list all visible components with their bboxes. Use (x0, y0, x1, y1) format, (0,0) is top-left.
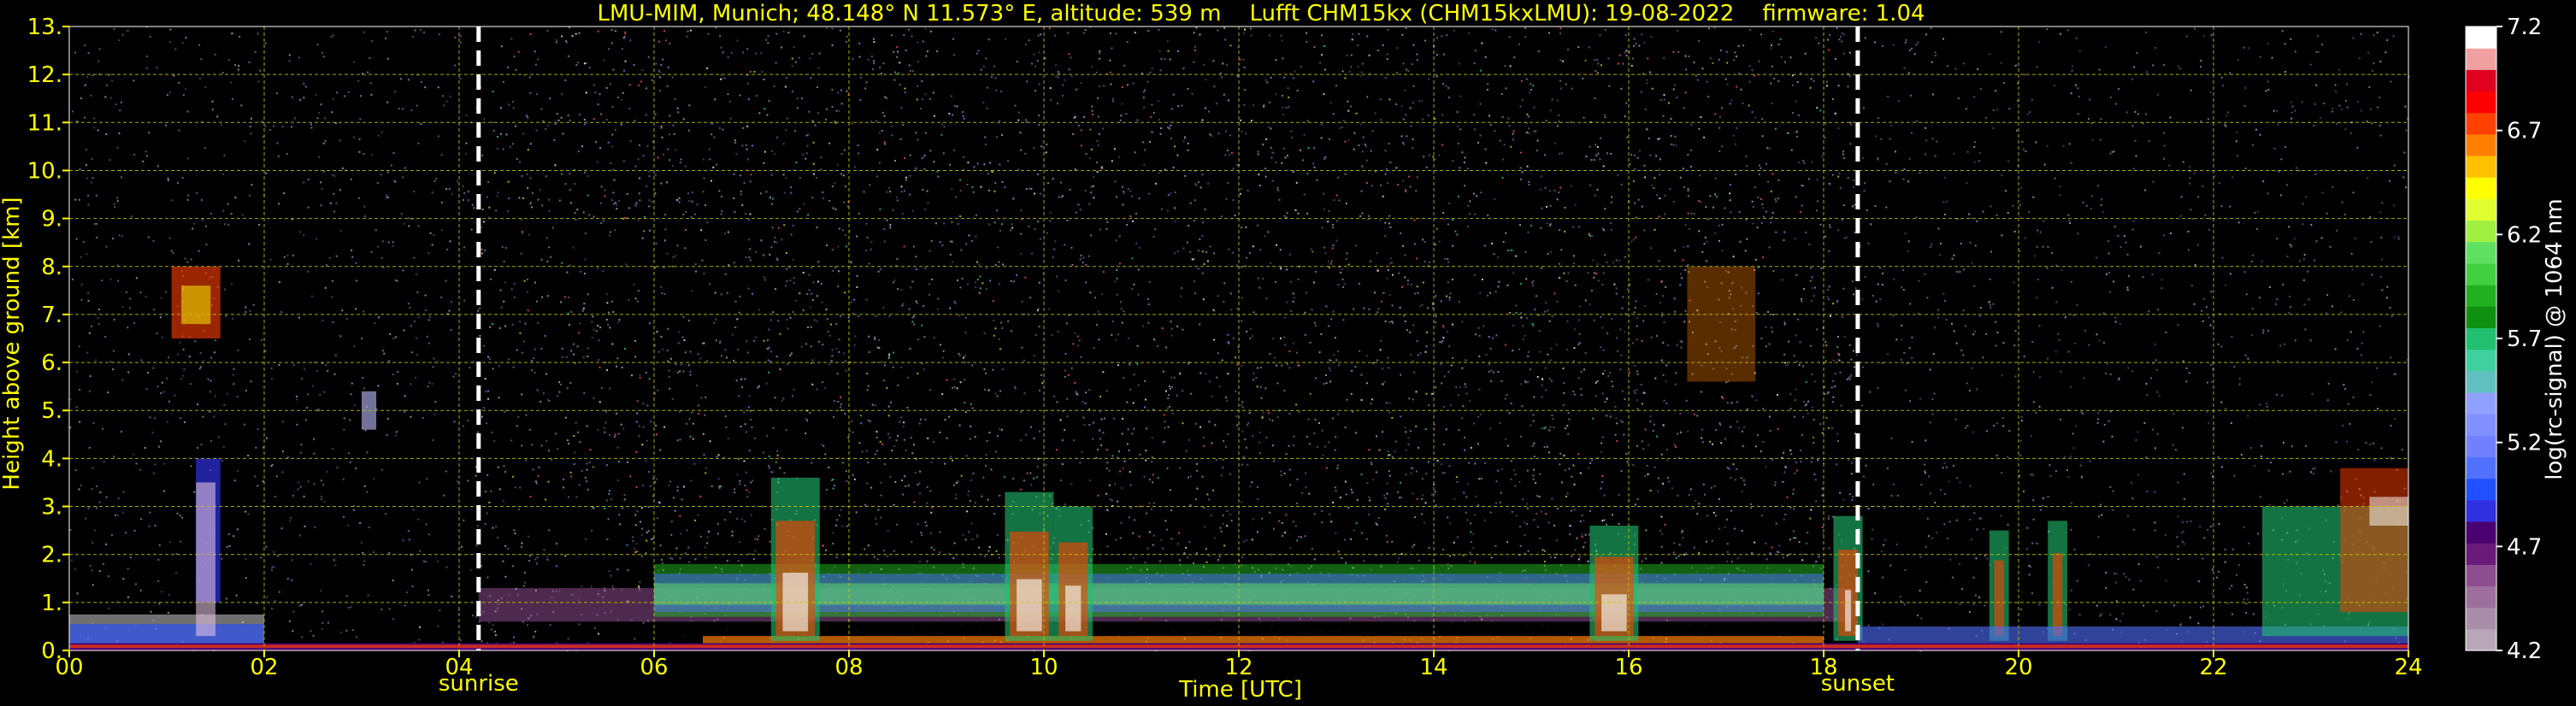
colorbar-tick-label: 5.7 (2507, 327, 2542, 352)
x-tick-label: 16 (1614, 655, 1642, 680)
colorbar-segment (2466, 177, 2496, 199)
colorbar-segment (2466, 370, 2496, 393)
colorbar-tick-label: 7.2 (2507, 15, 2542, 40)
colorbar-segment (2466, 435, 2496, 458)
y-tick-label: 1. (41, 591, 62, 616)
plot-area (68, 26, 2410, 652)
x-tick-label: 04 (445, 655, 473, 680)
y-tick-label: 4. (41, 446, 62, 472)
colorbar-tick-label: 4.7 (2507, 534, 2542, 560)
colorbar-segment (2466, 456, 2496, 479)
colorbar-segment (2466, 26, 2496, 49)
x-axis-label: Time [UTC] (1178, 677, 1302, 703)
y-tick-label: 7. (41, 303, 62, 328)
ceilometer-chart: LMU-MIM, Munich; 48.148° N 11.573° E, al… (0, 0, 2576, 706)
colorbar-segment (2466, 156, 2496, 178)
colorbar-segment (2466, 306, 2496, 329)
y-tick-label: 9. (41, 207, 62, 232)
colorbar-tick-label: 6.7 (2507, 119, 2542, 144)
colorbar-segment (2466, 391, 2496, 415)
colorbar-segment (2466, 585, 2496, 609)
colorbar-segment (2466, 285, 2496, 307)
colorbar-segment (2466, 499, 2496, 522)
colorbar-segment (2466, 133, 2496, 156)
x-tick-label: 06 (640, 655, 668, 680)
colorbar-segment (2466, 478, 2496, 501)
x-tick-label: 02 (250, 655, 278, 680)
colorbar-segment (2466, 91, 2496, 114)
colorbar-tick-label: 6.2 (2507, 222, 2542, 248)
y-tick-label: 12. (27, 62, 62, 88)
colorbar-segment (2466, 327, 2496, 350)
colorbar-segment (2466, 349, 2496, 372)
x-tick-label: 24 (2394, 655, 2422, 680)
x-tick-label: 08 (834, 655, 863, 680)
colorbar-segment (2466, 628, 2496, 651)
colorbar-segment (2466, 69, 2496, 92)
colorbar-label: log(rc-signal) @ 1064 nm (2542, 198, 2567, 479)
y-tick-label: 5. (41, 398, 62, 424)
colorbar-segment (2466, 564, 2496, 587)
colorbar-segment (2466, 220, 2496, 243)
y-tick-label: 6. (41, 350, 62, 376)
colorbar-segment (2466, 414, 2496, 436)
chart-title: LMU-MIM, Munich; 48.148° N 11.573° E, al… (597, 1, 1925, 26)
colorbar-tick-label: 5.2 (2507, 431, 2542, 456)
x-tick-label: 10 (1029, 655, 1058, 680)
colorbar-tick-label: 4.2 (2507, 638, 2542, 664)
colorbar-segment (2466, 112, 2496, 135)
y-axis-label: Height above ground [km] (0, 197, 25, 490)
y-tick-label: 13. (27, 15, 62, 40)
colorbar-segment (2466, 607, 2496, 630)
colorbar-segment (2466, 521, 2496, 544)
y-tick-label: 8. (41, 255, 62, 280)
colorbar-segment (2466, 262, 2496, 285)
y-tick-label: 2. (41, 543, 62, 568)
colorbar-segment (2466, 543, 2496, 565)
x-tick-label: 22 (2199, 655, 2227, 680)
y-tick-label: 3. (41, 495, 62, 521)
colorbar-segment (2466, 198, 2496, 221)
x-tick-label: 20 (2004, 655, 2032, 680)
y-tick-label: 10. (27, 158, 62, 184)
x-tick-label: 14 (1419, 655, 1447, 680)
x-tick-label: 00 (55, 655, 83, 680)
x-tick-label: 18 (1809, 655, 1837, 680)
y-tick-label: 11. (27, 110, 62, 136)
colorbar-segment (2466, 241, 2496, 264)
colorbar-segment (2466, 48, 2496, 70)
